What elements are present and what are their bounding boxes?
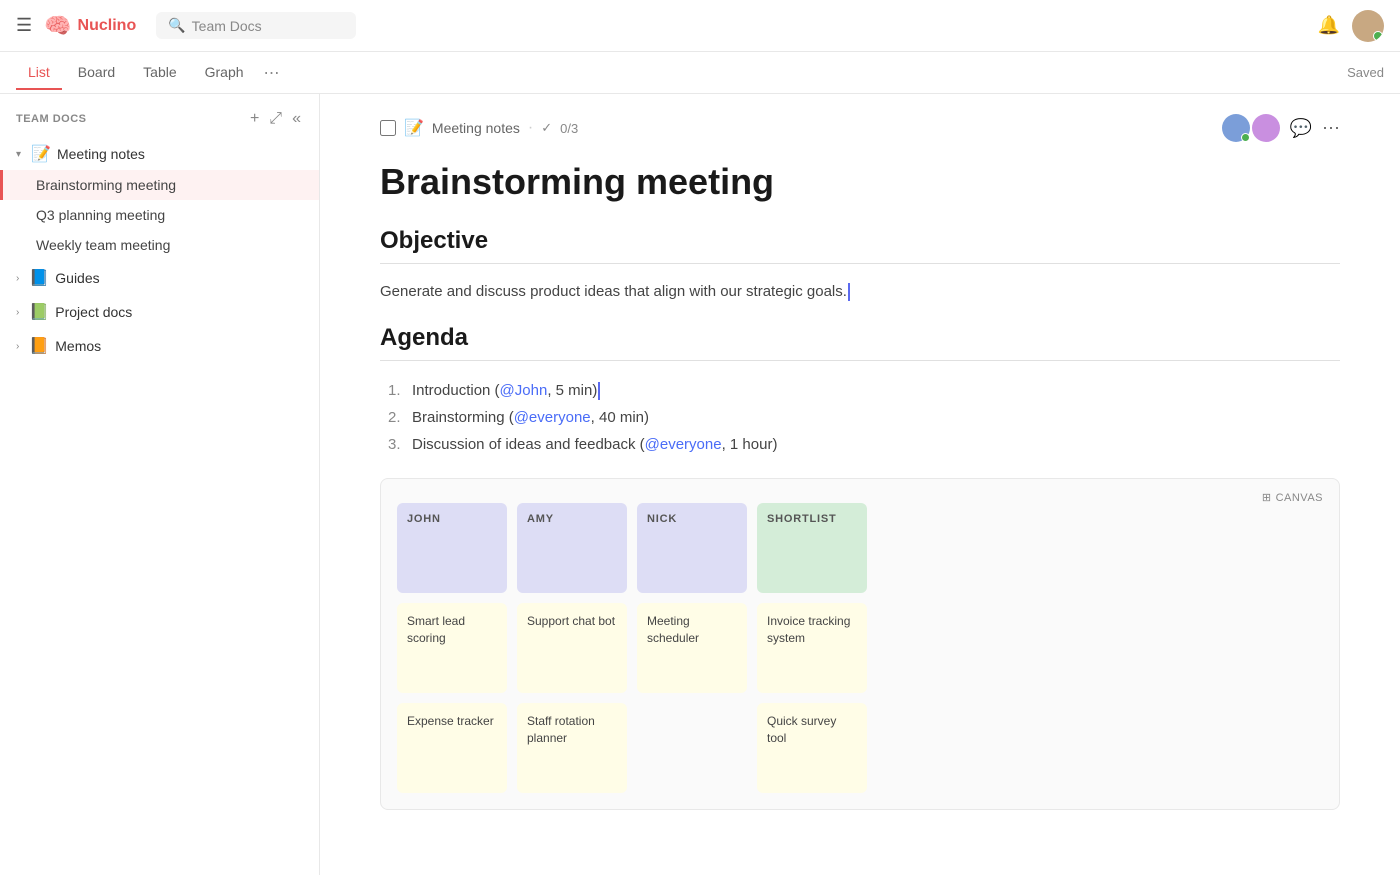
agenda-heading: Agenda bbox=[380, 324, 1340, 352]
agenda-num-3: 3. bbox=[388, 431, 408, 458]
canvas-label: ⊞ CANVAS bbox=[1262, 491, 1323, 504]
logo[interactable]: 🧠 Nuclino bbox=[44, 13, 136, 39]
logo-text: Nuclino bbox=[78, 17, 137, 35]
sidebar-item-weekly-meeting[interactable]: Weekly team meeting bbox=[0, 230, 319, 260]
tab-graph[interactable]: Graph bbox=[193, 56, 256, 90]
meeting-notes-label: Meeting notes bbox=[57, 146, 145, 162]
canvas-col-shortlist: SHORTLIST bbox=[757, 503, 867, 593]
sidebar-collapse-button[interactable]: « bbox=[290, 108, 303, 130]
sidebar-group-memos-header[interactable]: › 📙 Memos bbox=[0, 330, 319, 362]
canvas-grid: JOHN AMY NICK SHORTLIST Smart lead scori… bbox=[397, 503, 1323, 793]
search-placeholder: Team Docs bbox=[192, 18, 262, 34]
sidebar-group-guides-header[interactable]: › 📘 Guides bbox=[0, 262, 319, 294]
doc-header-left: 📝 Meeting notes · ✓ 0/3 bbox=[380, 118, 578, 138]
sidebar-group-memos: › 📙 Memos bbox=[0, 330, 319, 362]
nav-right: 🔔 bbox=[1318, 10, 1384, 42]
brainstorming-label: Brainstorming meeting bbox=[36, 177, 176, 193]
mention-john: @John bbox=[500, 382, 548, 399]
doc-header-right: 💬 ⋯ bbox=[1222, 114, 1340, 142]
chevron-right-icon: › bbox=[16, 273, 19, 284]
sidebar-header: TEAM DOCS + ⤢ « bbox=[0, 94, 319, 138]
canvas-card-expense-tracker[interactable]: Expense tracker bbox=[397, 703, 507, 793]
guides-label: Guides bbox=[55, 270, 99, 286]
collaborator-avatar-1 bbox=[1222, 114, 1250, 142]
main-layout: TEAM DOCS + ⤢ « ▾ 📝 Meeting notes Brains… bbox=[0, 94, 1400, 875]
canvas-card-support-chat[interactable]: Support chat bot bbox=[517, 603, 627, 693]
cursor-2 bbox=[598, 382, 600, 400]
user-avatar[interactable] bbox=[1352, 10, 1384, 42]
chevron-down-icon: ▾ bbox=[16, 149, 21, 160]
tab-more-icon[interactable]: ⋯ bbox=[264, 63, 280, 83]
sidebar-actions: + ⤢ « bbox=[248, 108, 303, 130]
objective-text: Generate and discuss product ideas that … bbox=[380, 280, 1340, 304]
mention-everyone-2: @everyone bbox=[645, 436, 722, 453]
sidebar-group-meeting-notes-header[interactable]: ▾ 📝 Meeting notes bbox=[0, 138, 319, 170]
canvas-card-meeting-scheduler[interactable]: Meeting scheduler bbox=[637, 603, 747, 693]
project-docs-icon: 📗 bbox=[29, 302, 49, 322]
sidebar-group-project-docs: › 📗 Project docs bbox=[0, 296, 319, 328]
sidebar-add-button[interactable]: + bbox=[248, 108, 261, 130]
search-icon: 🔍 bbox=[168, 17, 185, 34]
comment-icon[interactable]: 💬 bbox=[1290, 118, 1312, 139]
bell-icon[interactable]: 🔔 bbox=[1318, 15, 1340, 36]
doc-checkbox[interactable] bbox=[380, 120, 396, 136]
objective-heading: Objective bbox=[380, 227, 1340, 255]
canvas-col-john: JOHN bbox=[397, 503, 507, 593]
chevron-right-icon-3: › bbox=[16, 341, 19, 352]
agenda-item-3: 3. Discussion of ideas and feedback (@ev… bbox=[388, 431, 1340, 458]
memos-icon: 📙 bbox=[29, 336, 49, 356]
agenda-num-2: 2. bbox=[388, 404, 408, 431]
chevron-right-icon-2: › bbox=[16, 307, 19, 318]
breadcrumb-icon: 📝 bbox=[404, 118, 424, 138]
objective-divider bbox=[380, 263, 1340, 264]
agenda-num-1: 1. bbox=[388, 377, 408, 404]
breadcrumb-text: Meeting notes bbox=[432, 120, 520, 136]
text-cursor bbox=[848, 283, 850, 301]
sidebar-group-guides: › 📘 Guides bbox=[0, 262, 319, 294]
tab-table[interactable]: Table bbox=[131, 56, 188, 90]
sidebar-item-q3-planning[interactable]: Q3 planning meeting bbox=[0, 200, 319, 230]
q3-planning-label: Q3 planning meeting bbox=[36, 207, 165, 223]
hamburger-icon[interactable]: ☰ bbox=[16, 15, 32, 36]
agenda-list: 1. Introduction (@John, 5 min) 2. Brains… bbox=[380, 377, 1340, 458]
sidebar: TEAM DOCS + ⤢ « ▾ 📝 Meeting notes Brains… bbox=[0, 94, 320, 875]
document-title: Brainstorming meeting bbox=[380, 160, 1340, 203]
agenda-item-1: 1. Introduction (@John, 5 min) bbox=[388, 377, 1340, 404]
sidebar-group-meeting-notes: ▾ 📝 Meeting notes Brainstorming meeting … bbox=[0, 138, 319, 260]
canvas-col-amy: AMY bbox=[517, 503, 627, 593]
canvas-icon: ⊞ bbox=[1262, 491, 1272, 504]
sidebar-item-brainstorming[interactable]: Brainstorming meeting bbox=[0, 170, 319, 200]
agenda-item-2: 2. Brainstorming (@everyone, 40 min) bbox=[388, 404, 1340, 431]
canvas-card-invoice-tracking[interactable]: Invoice tracking system bbox=[757, 603, 867, 693]
sidebar-title: TEAM DOCS bbox=[16, 113, 87, 125]
canvas-col-nick: NICK bbox=[637, 503, 747, 593]
content-area: 📝 Meeting notes · ✓ 0/3 💬 ⋯ Brainstormin… bbox=[320, 94, 1400, 875]
mention-everyone-1: @everyone bbox=[514, 409, 591, 426]
logo-icon: 🧠 bbox=[44, 13, 71, 39]
top-nav: ☰ 🧠 Nuclino 🔍 Team Docs 🔔 bbox=[0, 0, 1400, 52]
progress-icon: ✓ bbox=[541, 120, 552, 136]
project-docs-label: Project docs bbox=[55, 304, 132, 320]
more-options-icon[interactable]: ⋯ bbox=[1322, 118, 1340, 139]
sidebar-group-project-docs-header[interactable]: › 📗 Project docs bbox=[0, 296, 319, 328]
guides-icon: 📘 bbox=[29, 268, 49, 288]
meeting-notes-icon: 📝 bbox=[31, 144, 51, 164]
canvas-container: ⊞ CANVAS JOHN AMY NICK SHORTLIST Smart l… bbox=[380, 478, 1340, 810]
search-bar[interactable]: 🔍 Team Docs bbox=[156, 12, 356, 39]
tab-board[interactable]: Board bbox=[66, 56, 127, 90]
tab-list[interactable]: List bbox=[16, 56, 62, 90]
memos-label: Memos bbox=[55, 338, 101, 354]
canvas-card-staff-rotation[interactable]: Staff rotation planner bbox=[517, 703, 627, 793]
agenda-divider bbox=[380, 360, 1340, 361]
weekly-meeting-label: Weekly team meeting bbox=[36, 237, 170, 253]
tab-bar: List Board Table Graph ⋯ Saved bbox=[0, 52, 1400, 94]
collaborator-avatar-2 bbox=[1252, 114, 1280, 142]
canvas-card-empty bbox=[637, 703, 747, 793]
progress-text: 0/3 bbox=[560, 121, 578, 136]
sidebar-expand-button[interactable]: ⤢ bbox=[267, 108, 284, 130]
canvas-card-smart-lead[interactable]: Smart lead scoring bbox=[397, 603, 507, 693]
saved-label: Saved bbox=[1347, 65, 1384, 80]
canvas-card-quick-survey[interactable]: Quick survey tool bbox=[757, 703, 867, 793]
